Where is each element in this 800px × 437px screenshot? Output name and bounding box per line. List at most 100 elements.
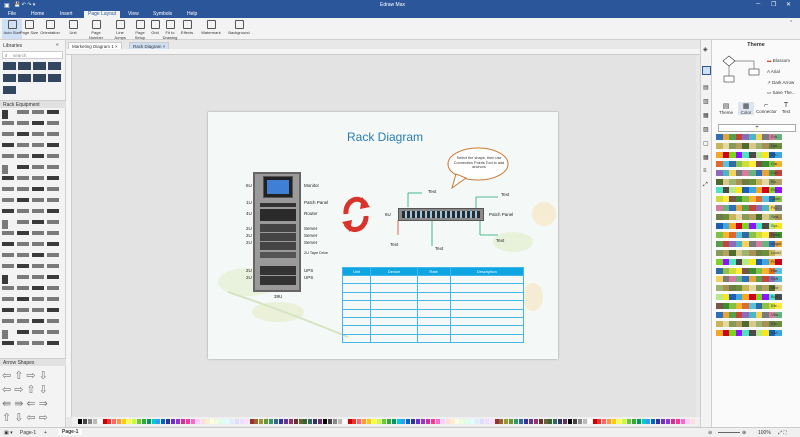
- color-swatch[interactable]: [146, 419, 151, 424]
- color-swatch[interactable]: [127, 419, 131, 424]
- color-swatch[interactable]: [332, 419, 337, 424]
- color-swatch[interactable]: [151, 419, 156, 424]
- color-swatch[interactable]: [107, 419, 112, 424]
- color-swatch[interactable]: [685, 419, 690, 424]
- color-swatch[interactable]: [161, 419, 166, 424]
- color-swatch[interactable]: [519, 419, 523, 424]
- rack-shape-thumb[interactable]: [17, 264, 29, 268]
- rack-shape-thumb[interactable]: [47, 319, 59, 323]
- rack-shape-thumb[interactable]: [17, 176, 29, 180]
- color-swatch[interactable]: [568, 419, 572, 424]
- color-swatch[interactable]: [357, 419, 362, 424]
- color-swatch[interactable]: [112, 419, 117, 424]
- connector-tab[interactable]: ⌐ Connector: [756, 102, 777, 114]
- color-swatch[interactable]: [553, 419, 558, 424]
- rack-shape-thumb[interactable]: [17, 209, 29, 213]
- rack-shape-thumb[interactable]: [17, 253, 29, 257]
- tab-marketing-diagram[interactable]: Marketing Diagram 1 ×: [68, 42, 122, 49]
- rack-shape-thumb[interactable]: [32, 275, 44, 279]
- zoom-out-button[interactable]: ⊖: [708, 430, 712, 436]
- color-swatch[interactable]: [406, 419, 411, 424]
- rack-shape-thumb[interactable]: [2, 165, 8, 174]
- color-swatch[interactable]: [435, 419, 440, 424]
- color-swatch[interactable]: [656, 419, 661, 424]
- rack-shape-thumb[interactable]: [17, 319, 29, 323]
- text-label[interactable]: Text: [435, 246, 443, 251]
- maximize-button[interactable]: ❐: [771, 1, 776, 8]
- color-swatch[interactable]: [102, 419, 107, 424]
- color-swatch[interactable]: [494, 419, 499, 424]
- rack-shape-thumb[interactable]: [32, 242, 44, 246]
- rack-shape-thumb[interactable]: [47, 242, 59, 246]
- color-swatch[interactable]: [254, 419, 259, 424]
- color-swatch[interactable]: [234, 419, 239, 424]
- color-tab[interactable]: ▦ Color: [738, 102, 754, 115]
- rack-shape-thumb[interactable]: [32, 286, 44, 290]
- table-row[interactable]: [341, 333, 525, 344]
- color-swatch[interactable]: [465, 419, 470, 424]
- rack-shape-thumb[interactable]: [32, 143, 44, 147]
- rack-shape-thumb[interactable]: [17, 110, 29, 114]
- color-swatch[interactable]: [171, 419, 176, 424]
- theme-option-save[interactable]: ▭ Save The...: [767, 90, 795, 96]
- effects-button[interactable]: Effects: [177, 19, 197, 39]
- color-swatch[interactable]: [215, 419, 220, 424]
- color-swatch[interactable]: [425, 419, 430, 424]
- rack-shape-thumb[interactable]: [32, 132, 44, 136]
- rack-shape-thumb[interactable]: [2, 242, 14, 246]
- table-header-unit[interactable]: Unit: [341, 267, 372, 276]
- color-swatch[interactable]: [288, 419, 293, 424]
- color-swatch[interactable]: [122, 419, 127, 424]
- color-swatch[interactable]: [460, 419, 465, 424]
- color-swatch[interactable]: [82, 419, 87, 424]
- color-swatch[interactable]: [523, 419, 528, 424]
- rack-shape-thumb[interactable]: [47, 308, 59, 312]
- color-swatch[interactable]: [342, 419, 347, 424]
- color-swatch[interactable]: [92, 419, 97, 424]
- rack-shape-thumb[interactable]: [17, 220, 29, 224]
- table-header-rate[interactable]: Rate: [416, 267, 451, 276]
- diagram-title[interactable]: Rack Diagram: [347, 130, 423, 144]
- rack-shape-thumb[interactable]: [32, 231, 44, 235]
- arrow-shapes[interactable]: ⇦⇧⇨⇩ ⇦⇨⇧⇩ ⇚⇛⇐⇒ ⇧⇩⇦⇨: [2, 369, 62, 425]
- page-tab[interactable]: Page-1: [58, 429, 83, 435]
- color-swatch[interactable]: [176, 419, 180, 424]
- color-swatch[interactable]: [97, 419, 102, 424]
- menu-home[interactable]: Home: [27, 11, 48, 18]
- rack-shape-thumb[interactable]: [2, 297, 14, 301]
- color-swatch[interactable]: [225, 419, 229, 424]
- rack-shape-thumb[interactable]: [2, 209, 14, 213]
- rack-shape-thumb[interactable]: [32, 176, 44, 180]
- color-swatch[interactable]: [205, 419, 210, 424]
- rack-shape-thumb[interactable]: [47, 132, 59, 136]
- color-swatch[interactable]: [651, 419, 656, 424]
- color-swatch[interactable]: [323, 419, 327, 424]
- watermark-button[interactable]: Watermark: [199, 19, 223, 39]
- color-swatch[interactable]: [362, 419, 367, 424]
- color-swatch[interactable]: [293, 419, 298, 424]
- color-swatch[interactable]: [474, 419, 479, 424]
- close-button[interactable]: ✕: [786, 1, 791, 8]
- rack-shape-thumb[interactable]: [47, 264, 59, 268]
- color-swatch[interactable]: [592, 419, 597, 424]
- fill-icon[interactable]: ◈: [703, 46, 708, 53]
- refresh-icon[interactable]: [340, 194, 372, 234]
- page-icon[interactable]: ▢: [703, 140, 709, 147]
- fit-page-icon[interactable]: ⤢ ⛶: [778, 430, 787, 436]
- color-swatch[interactable]: [499, 419, 504, 424]
- rack-shape-thumb[interactable]: [2, 187, 14, 191]
- rack-shape-thumb[interactable]: [32, 110, 44, 114]
- text-label[interactable]: Text: [496, 238, 504, 243]
- rack-shape-thumb[interactable]: [17, 341, 29, 345]
- color-swatch[interactable]: [190, 419, 195, 424]
- color-swatch[interactable]: [572, 419, 577, 424]
- rack-shape-thumb[interactable]: [32, 297, 44, 301]
- color-swatch[interactable]: [274, 419, 278, 424]
- theme-tab[interactable]: ▤ Theme: [718, 102, 734, 115]
- text-label[interactable]: Text: [501, 192, 509, 197]
- color-swatch[interactable]: [327, 419, 332, 424]
- rack-shape-thumb[interactable]: [47, 110, 59, 114]
- page-nav-icon[interactable]: ▣ ▾: [4, 430, 13, 436]
- color-swatch[interactable]: [479, 419, 484, 424]
- table-row[interactable]: [341, 300, 525, 310]
